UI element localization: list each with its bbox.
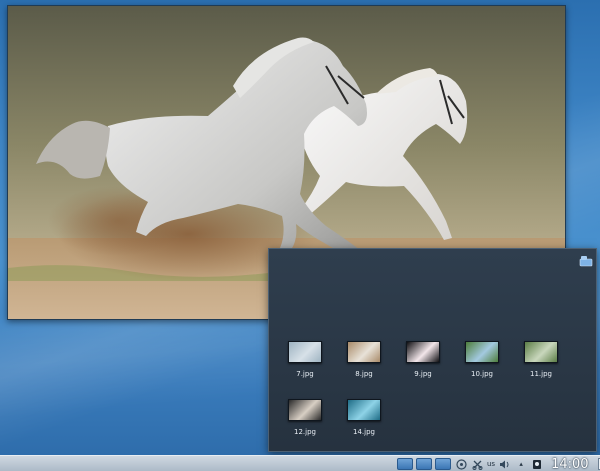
expand-tray-icon[interactable]: ▴ <box>515 458 527 470</box>
notifications-icon[interactable] <box>531 458 543 470</box>
task-button[interactable] <box>416 458 432 470</box>
thumbnail-image <box>465 341 499 363</box>
thumbnail-item[interactable]: 11.jpg <box>512 341 570 397</box>
thumbnail-label: 7.jpg <box>296 370 314 378</box>
task-button[interactable] <box>435 458 451 470</box>
digital-clock[interactable]: 14:00 <box>551 457 588 471</box>
thumbnail-image <box>288 341 322 363</box>
thumbnail-label: 12.jpg <box>294 428 316 436</box>
thumbnail-image <box>406 341 440 363</box>
thumbnail-item[interactable]: 12.jpg <box>276 399 334 455</box>
taskbar-panel: us ▴ 14:00 <box>0 455 600 471</box>
thumbnail-label: 14.jpg <box>353 428 375 436</box>
thumbnail-image <box>524 341 558 363</box>
thumbnail-image <box>347 341 381 363</box>
thumbnail-item[interactable]: 7.jpg <box>276 341 334 397</box>
clipboard-icon[interactable] <box>471 458 483 470</box>
thumbnail-image <box>347 399 381 421</box>
keyboard-layout-indicator[interactable]: us <box>487 460 495 468</box>
thumbnail-item[interactable]: 14.jpg <box>335 399 393 455</box>
thumbnail-label: 10.jpg <box>471 370 493 378</box>
thumbnail-label: 8.jpg <box>355 370 373 378</box>
thumbnail-label: 9.jpg <box>414 370 432 378</box>
panel-toolbox-icon[interactable] <box>595 458 600 470</box>
thumbnail-item[interactable]: 9.jpg <box>394 341 452 397</box>
network-icon[interactable] <box>455 458 467 470</box>
thumbnail-label: 11.jpg <box>530 370 552 378</box>
task-button[interactable] <box>397 458 413 470</box>
system-tray: us ▴ 14:00 <box>455 456 600 471</box>
volume-icon[interactable] <box>499 458 511 470</box>
thumbnail-item[interactable]: 8.jpg <box>335 341 393 397</box>
task-manager <box>397 456 454 471</box>
folder-view-popup: 7.jpg 8.jpg 9.jpg 10.jpg 11.jpg 12.jpg 1… <box>268 248 597 452</box>
thumbnail-grid: 7.jpg 8.jpg 9.jpg 10.jpg 11.jpg 12.jpg 1… <box>269 249 598 453</box>
thumbnail-image <box>288 399 322 421</box>
thumbnail-item[interactable]: 10.jpg <box>453 341 511 397</box>
